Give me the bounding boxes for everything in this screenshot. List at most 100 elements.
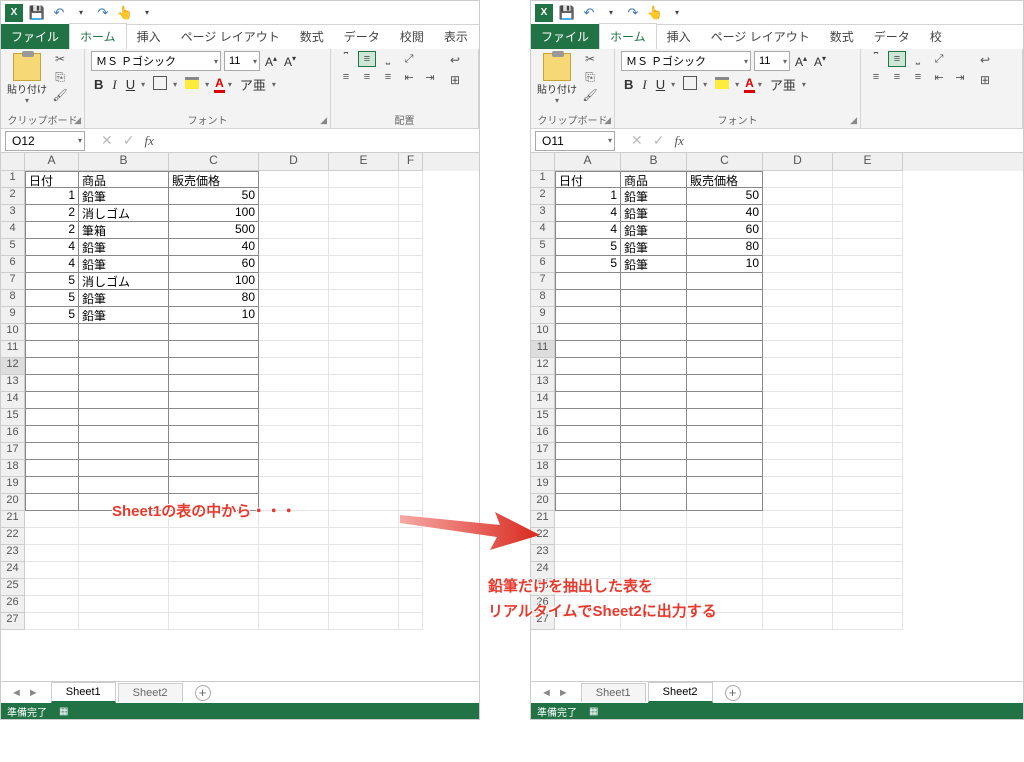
sheet-tab-sheet2[interactable]: Sheet2: [648, 682, 713, 703]
format-painter-icon[interactable]: 🖌: [51, 87, 69, 103]
touch-mode-icon[interactable]: 👆: [117, 5, 133, 21]
undo-dropdown-icon[interactable]: ▾: [603, 5, 619, 21]
underline-button[interactable]: U: [653, 77, 668, 92]
align-bottom-icon[interactable]: ⎵: [379, 51, 397, 67]
wrap-text-icon[interactable]: ↩: [975, 51, 995, 69]
cancel-formula-icon[interactable]: ✕: [101, 132, 113, 149]
bold-button[interactable]: B: [91, 77, 106, 92]
enter-formula-icon[interactable]: ✓: [123, 132, 135, 149]
fx-icon[interactable]: fx: [674, 133, 683, 149]
name-box[interactable]: O11▾: [535, 131, 615, 151]
tab-view[interactable]: 表示: [434, 24, 478, 49]
enter-formula-icon[interactable]: ✓: [653, 132, 665, 149]
align-top-icon[interactable]: ⎴: [337, 51, 355, 67]
undo-icon[interactable]: ↶: [581, 5, 597, 21]
sheet-nav-prev-icon[interactable]: ◄: [11, 687, 22, 699]
align-middle-icon[interactable]: ≡: [888, 51, 906, 67]
chevron-down-icon[interactable]: ▾: [671, 80, 677, 89]
font-name-select[interactable]: ＭＳ Ｐゴシック▾: [621, 51, 751, 71]
decrease-indent-icon[interactable]: ⇤: [400, 69, 418, 85]
chevron-down-icon[interactable]: ▾: [173, 80, 179, 89]
chevron-down-icon[interactable]: ▾: [228, 80, 234, 89]
font-dialog-launcher-icon[interactable]: ◢: [850, 115, 857, 126]
save-icon[interactable]: 💾: [559, 5, 575, 21]
font-size-select[interactable]: 11▾: [754, 51, 790, 71]
font-name-select[interactable]: ＭＳ Ｐゴシック▾: [91, 51, 221, 71]
italic-button[interactable]: I: [109, 77, 119, 93]
fill-color-button[interactable]: [712, 77, 732, 92]
grow-font-icon[interactable]: A▴: [793, 54, 809, 69]
spreadsheet-grid-left[interactable]: ABCDEF1日付商品販売価格21鉛筆5032消しゴム10042筆箱50054鉛…: [1, 153, 479, 630]
borders-button[interactable]: [150, 76, 170, 93]
orientation-icon[interactable]: ⤢: [930, 51, 948, 67]
spreadsheet-grid-right[interactable]: ABCDE1日付商品販売価格21鉛筆5034鉛筆4044鉛筆6055鉛筆8065…: [531, 153, 1023, 630]
cut-icon[interactable]: ✂: [51, 51, 69, 67]
underline-button[interactable]: U: [123, 77, 138, 92]
paste-dropdown-icon[interactable]: ▾: [7, 96, 47, 105]
new-sheet-button[interactable]: +: [195, 685, 211, 701]
align-middle-icon[interactable]: ≡: [358, 51, 376, 67]
grow-font-icon[interactable]: A▴: [263, 54, 279, 69]
sheet-nav-next-icon[interactable]: ►: [28, 687, 39, 699]
tab-file[interactable]: ファイル: [531, 24, 599, 49]
italic-button[interactable]: I: [639, 77, 649, 93]
redo-icon[interactable]: ↷: [95, 5, 111, 21]
paste-button[interactable]: 貼り付け ▾: [7, 51, 47, 105]
increase-indent-icon[interactable]: ⇥: [421, 69, 439, 85]
font-color-button[interactable]: A: [214, 76, 225, 93]
orientation-icon[interactable]: ⤢: [400, 51, 418, 67]
tab-review[interactable]: 校: [920, 24, 946, 49]
wrap-text-icon[interactable]: ↩: [445, 51, 465, 69]
align-center-icon[interactable]: ≡: [888, 69, 906, 85]
phonetic-button[interactable]: ア亜: [237, 75, 269, 94]
sheet-nav-next-icon[interactable]: ►: [558, 687, 569, 699]
chevron-down-icon[interactable]: ▾: [141, 80, 147, 89]
tab-data[interactable]: データ: [864, 24, 920, 49]
tab-review[interactable]: 校閲: [390, 24, 434, 49]
chevron-down-icon[interactable]: ▾: [758, 80, 764, 89]
align-right-icon[interactable]: ≡: [379, 69, 397, 85]
decrease-indent-icon[interactable]: ⇤: [930, 69, 948, 85]
tab-layout[interactable]: ページ レイアウト: [171, 24, 290, 49]
chevron-down-icon[interactable]: ▾: [272, 80, 278, 89]
tab-insert[interactable]: 挿入: [657, 24, 701, 49]
sheet-nav-prev-icon[interactable]: ◄: [541, 687, 552, 699]
clipboard-dialog-launcher-icon[interactable]: ◢: [74, 115, 81, 126]
shrink-font-icon[interactable]: A▾: [282, 54, 298, 69]
tab-home[interactable]: ホーム: [599, 23, 657, 49]
phonetic-button[interactable]: ア亜: [767, 75, 799, 94]
bold-button[interactable]: B: [621, 77, 636, 92]
align-left-icon[interactable]: ≡: [337, 69, 355, 85]
increase-indent-icon[interactable]: ⇥: [951, 69, 969, 85]
qat-more-icon[interactable]: ▾: [139, 5, 155, 21]
touch-mode-icon[interactable]: 👆: [647, 5, 663, 21]
tab-data[interactable]: データ: [334, 24, 390, 49]
copy-icon[interactable]: ⎘: [581, 69, 599, 85]
paste-button[interactable]: 貼り付け ▾: [537, 51, 577, 105]
cut-icon[interactable]: ✂: [581, 51, 599, 67]
tab-insert[interactable]: 挿入: [127, 24, 171, 49]
format-painter-icon[interactable]: 🖌: [581, 87, 599, 103]
shrink-font-icon[interactable]: A▾: [812, 54, 828, 69]
tab-formula[interactable]: 数式: [290, 24, 334, 49]
clipboard-dialog-launcher-icon[interactable]: ◢: [604, 115, 611, 126]
align-right-icon[interactable]: ≡: [909, 69, 927, 85]
tab-formula[interactable]: 数式: [820, 24, 864, 49]
chevron-down-icon[interactable]: ▾: [703, 80, 709, 89]
align-top-icon[interactable]: ⎴: [867, 51, 885, 67]
align-bottom-icon[interactable]: ⎵: [909, 51, 927, 67]
chevron-down-icon[interactable]: ▾: [205, 80, 211, 89]
undo-dropdown-icon[interactable]: ▾: [73, 5, 89, 21]
tab-file[interactable]: ファイル: [1, 24, 69, 49]
tab-home[interactable]: ホーム: [69, 23, 127, 49]
save-icon[interactable]: 💾: [29, 5, 45, 21]
sheet-tab-sheet1[interactable]: Sheet1: [581, 683, 646, 702]
align-center-icon[interactable]: ≡: [358, 69, 376, 85]
new-sheet-button[interactable]: +: [725, 685, 741, 701]
fx-icon[interactable]: fx: [144, 133, 153, 149]
font-dialog-launcher-icon[interactable]: ◢: [320, 115, 327, 126]
cancel-formula-icon[interactable]: ✕: [631, 132, 643, 149]
fill-color-button[interactable]: [182, 77, 202, 92]
redo-icon[interactable]: ↷: [625, 5, 641, 21]
copy-icon[interactable]: ⎘: [51, 69, 69, 85]
